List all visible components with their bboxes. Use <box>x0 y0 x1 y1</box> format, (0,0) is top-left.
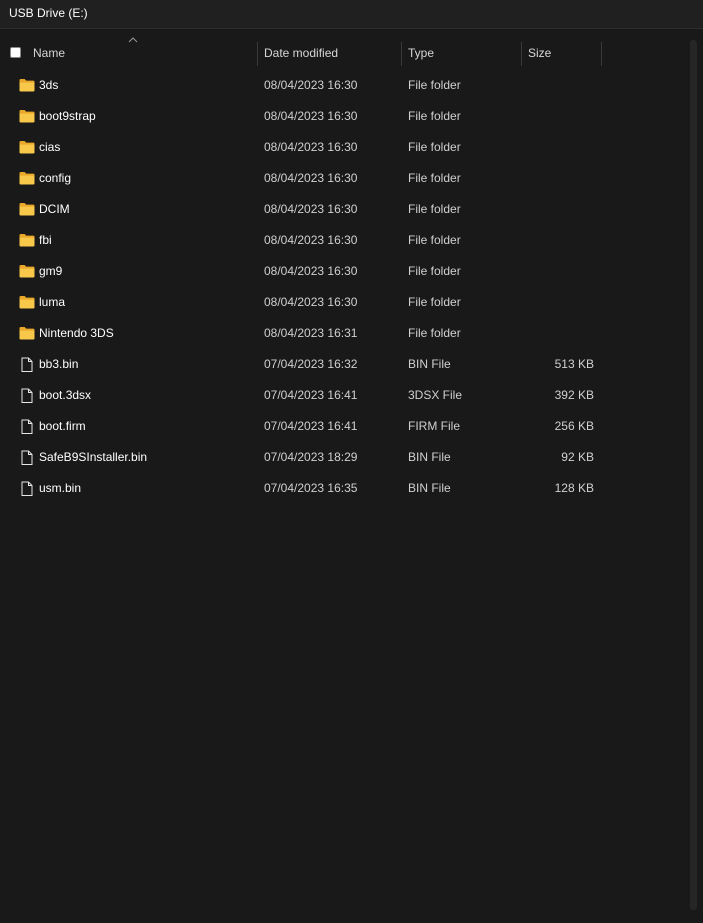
column-header-date[interactable]: Date modified <box>264 40 338 67</box>
title-bar: USB Drive (E:) <box>0 0 703 29</box>
file-type: File folder <box>408 264 461 278</box>
file-size <box>522 194 594 225</box>
file-size <box>522 132 594 163</box>
file-name: DCIM <box>39 202 70 216</box>
file-name: boot.firm <box>39 419 86 433</box>
file-row[interactable]: luma 08/04/2023 16:30 File folder <box>0 287 690 318</box>
file-type: File folder <box>408 295 461 309</box>
file-icon <box>19 481 35 496</box>
file-type: FIRM File <box>408 419 460 433</box>
file-type: 3DSX File <box>408 388 463 402</box>
file-date-modified: 07/04/2023 18:29 <box>264 450 358 464</box>
file-date-modified: 07/04/2023 16:41 <box>264 388 358 402</box>
file-name: Nintendo 3DS <box>39 326 114 340</box>
file-size <box>522 101 594 132</box>
file-size: 128 KB <box>554 481 594 495</box>
file-type: File folder <box>408 140 461 154</box>
file-row[interactable]: cias 08/04/2023 16:30 File folder <box>0 132 690 163</box>
file-date-modified: 08/04/2023 16:30 <box>264 109 358 123</box>
file-name: usm.bin <box>39 481 82 495</box>
window-title: USB Drive (E:) <box>9 6 88 20</box>
vertical-scrollbar[interactable] <box>690 40 697 910</box>
folder-icon <box>19 78 35 92</box>
sort-ascending-icon <box>128 37 138 43</box>
file-name: boot.3dsx <box>39 388 92 402</box>
file-type: BIN File <box>408 450 451 464</box>
file-name: bb3.bin <box>39 357 79 371</box>
file-name: SafeB9SInstaller.bin <box>39 450 148 464</box>
file-date-modified: 08/04/2023 16:30 <box>264 171 358 185</box>
file-row[interactable]: 3ds 08/04/2023 16:30 File folder <box>0 70 690 101</box>
file-type: File folder <box>408 233 461 247</box>
file-type: File folder <box>408 171 461 185</box>
select-all-checkbox[interactable] <box>10 47 21 58</box>
folder-icon <box>19 264 35 278</box>
folder-icon <box>19 233 35 247</box>
file-size <box>522 287 594 318</box>
file-type: File folder <box>408 109 461 123</box>
file-row[interactable]: DCIM 08/04/2023 16:30 File folder <box>0 194 690 225</box>
file-date-modified: 07/04/2023 16:41 <box>264 419 358 433</box>
column-divider[interactable] <box>257 42 258 66</box>
folder-icon <box>19 326 35 340</box>
file-name: fbi <box>39 233 52 247</box>
file-name: config <box>39 171 72 185</box>
file-date-modified: 08/04/2023 16:31 <box>264 326 358 340</box>
file-type: BIN File <box>408 357 451 371</box>
file-icon <box>19 388 35 403</box>
folder-icon <box>19 171 35 185</box>
file-row[interactable]: gm9 08/04/2023 16:30 File folder <box>0 256 690 287</box>
column-header-name[interactable]: Name <box>33 40 65 67</box>
file-type: File folder <box>408 202 461 216</box>
file-row[interactable]: boot9strap 08/04/2023 16:30 File folder <box>0 101 690 132</box>
file-name: luma <box>39 295 66 309</box>
column-header: Name Date modified Type Size <box>0 37 690 67</box>
file-row[interactable]: boot.firm 07/04/2023 16:41 FIRM File 256 KB <box>0 411 690 442</box>
file-name: 3ds <box>39 78 59 92</box>
folder-icon <box>19 202 35 216</box>
file-row[interactable]: config 08/04/2023 16:30 File folder <box>0 163 690 194</box>
file-name: boot9strap <box>39 109 96 123</box>
file-date-modified: 07/04/2023 16:35 <box>264 481 358 495</box>
file-size <box>522 225 594 256</box>
column-divider[interactable] <box>521 42 522 66</box>
file-icon <box>19 357 35 372</box>
file-row[interactable]: usm.bin 07/04/2023 16:35 BIN File 128 KB <box>0 473 690 504</box>
column-divider[interactable] <box>601 42 602 66</box>
file-date-modified: 07/04/2023 16:32 <box>264 357 358 371</box>
file-row[interactable]: bb3.bin 07/04/2023 16:32 BIN File 513 KB <box>0 349 690 380</box>
file-row[interactable]: SafeB9SInstaller.bin 07/04/2023 18:29 BIN … <box>0 442 690 473</box>
file-row[interactable]: boot.3dsx 07/04/2023 16:41 3DSX File 392 KB <box>0 380 690 411</box>
file-type: File folder <box>408 78 461 92</box>
file-name: gm9 <box>39 264 63 278</box>
file-icon <box>19 450 35 465</box>
column-divider[interactable] <box>401 42 402 66</box>
file-row[interactable]: Nintendo 3DS 08/04/2023 16:31 File folder <box>0 318 690 349</box>
file-size <box>522 70 594 101</box>
file-size: 513 KB <box>554 357 594 371</box>
file-date-modified: 08/04/2023 16:30 <box>264 295 358 309</box>
file-date-modified: 08/04/2023 16:30 <box>264 78 358 92</box>
file-type: File folder <box>408 326 461 340</box>
file-date-modified: 08/04/2023 16:30 <box>264 140 358 154</box>
file-name: cias <box>39 140 61 154</box>
file-icon <box>19 419 35 434</box>
file-size: 256 KB <box>554 419 594 433</box>
file-date-modified: 08/04/2023 16:30 <box>264 264 358 278</box>
file-size <box>522 318 594 349</box>
file-size: 392 KB <box>554 388 594 402</box>
column-header-type[interactable]: Type <box>408 40 434 67</box>
folder-icon <box>19 109 35 123</box>
folder-icon <box>19 295 35 309</box>
folder-icon <box>19 140 35 154</box>
column-header-size[interactable]: Size <box>528 40 551 67</box>
file-size <box>522 256 594 287</box>
file-date-modified: 08/04/2023 16:30 <box>264 233 358 247</box>
file-list: 3ds 08/04/2023 16:30 File folder boot9strap… <box>0 70 690 504</box>
file-size <box>522 163 594 194</box>
file-row[interactable]: fbi 08/04/2023 16:30 File folder <box>0 225 690 256</box>
file-size: 92 KB <box>561 450 594 464</box>
file-type: BIN File <box>408 481 451 495</box>
file-date-modified: 08/04/2023 16:30 <box>264 202 358 216</box>
